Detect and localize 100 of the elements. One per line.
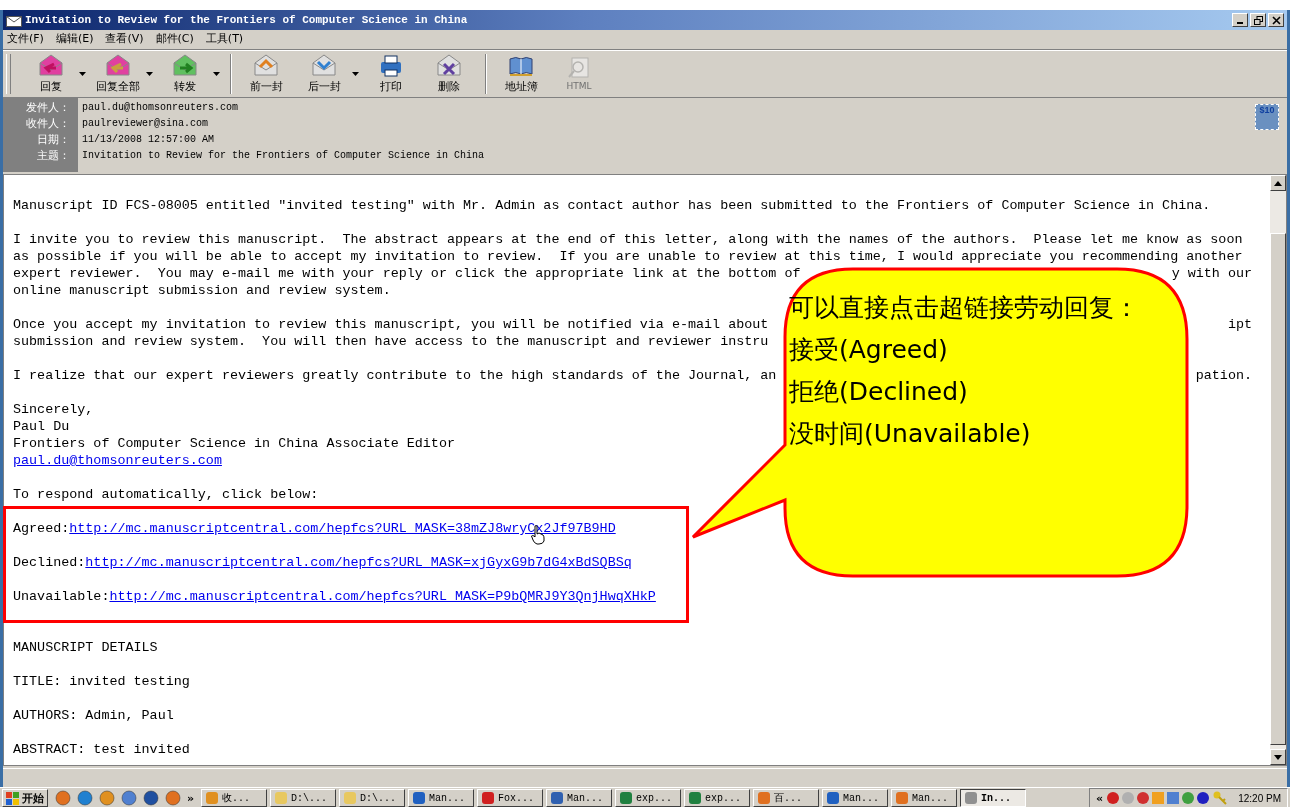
toolbar-button[interactable]: 回复 [25,53,77,94]
menu-item[interactable]: 工具(T) [205,31,244,46]
taskbar-button[interactable]: Man... [546,789,613,807]
hyperlink[interactable]: http://mc.manuscriptcentral.com/hepfcs?URL_MASK=P9bQMRJ9Y3QnjHwqXHkP [109,589,656,604]
app-launch-icon[interactable] [165,790,181,806]
start-button[interactable]: 开始 [2,789,48,807]
toolbar-button[interactable]: 后一封 [298,53,350,94]
taskbar-button[interactable]: D:\... [270,789,337,807]
app-launch-icon[interactable] [55,790,71,806]
windows-logo-icon [6,791,20,805]
hyperlink[interactable]: paul.du@thomsonreuters.com [13,453,222,468]
callout-text: 没时间(Unavailable) [789,418,1032,450]
restore-button[interactable] [1250,13,1266,27]
body-text: ABSTRACT: test invited [13,742,190,757]
app-launch-icon[interactable] [121,790,137,806]
taskbar-button[interactable]: Fox... [477,789,544,807]
body-text: I realize that our expert reviewers greatly contribute to the high standards of the Journal, an [13,367,777,384]
taskbar-button[interactable]: Man... [408,789,475,807]
taskbar-button[interactable]: 百... [753,789,820,807]
minimize-button[interactable] [1232,13,1248,27]
body-text: ipt [1227,316,1252,333]
envelope-icon [311,53,337,78]
app-icon [619,791,634,805]
taskbar-button[interactable]: In... [960,789,1027,807]
body-text: as possible if you will be able to accept my invitation to review. If you are unable to review at this time, I would appreciate you recommending another [13,249,1243,264]
toolbar-button[interactable]: 回复全部 [92,53,144,94]
toolbar-button[interactable]: 删除 [423,53,475,94]
taskbar-button[interactable]: Man... [822,789,889,807]
menu-item[interactable]: 查看(V) [105,31,144,46]
app-launch-icon[interactable] [99,790,115,806]
body-text: Sincerely, [13,402,94,417]
body-text: expert reviewer. You may e-mail me with your reply or click the appropriate link at the bottom of [13,265,801,282]
app-icon [895,791,910,805]
menu-item[interactable]: 文件(F) [7,31,44,46]
taskbar-button[interactable]: 收... [201,789,268,807]
body-text: Paul Du [13,419,70,434]
callout-text: 拒绝(Declined) [789,376,969,408]
body-text: TITLE: invited testing [13,674,190,689]
header-label: 发件人： [25,100,71,116]
toolbar-button[interactable]: 转发 [159,53,211,94]
app-icon [550,791,565,805]
clock: 12:20 PM [1238,792,1281,804]
app-icon [757,791,772,805]
app-icon [274,791,289,805]
envelope-icon [436,53,462,78]
toolbar-button[interactable]: 打印 [365,53,417,94]
app-icon [688,791,703,805]
header-value: 11/13/2008 12:57:00 AM [81,133,216,147]
callout-text: 可以直接点击超链接劳动回复： [789,292,1139,324]
body-text: AUTHORS: Admin, Paul [13,708,174,723]
key-icon [1213,791,1228,805]
caret-icon[interactable] [79,71,86,76]
header-value: Invitation to Review for the Frontiers of Computer Science in China [81,149,485,163]
link-label: Agreed: [13,521,70,536]
body-text: Once you accept my invitation to review this manuscript, you will be notified via e-mail about [13,316,769,333]
link-label: Unavailable: [13,589,110,604]
magnifier-icon [566,56,592,80]
printer-icon [378,53,404,78]
envelope-icon [38,53,64,78]
tray-toggle[interactable]: « [1096,791,1104,805]
caret-icon[interactable] [146,71,153,76]
app-icon [205,791,220,805]
taskbar-button[interactable]: exp... [684,789,751,807]
taskbar-button[interactable]: exp... [615,789,682,807]
header-value: paulreviewer@sina.com [81,117,210,131]
body-text: online manuscript submission and review system. [13,283,391,298]
envelope-icon [253,53,279,78]
caret-icon[interactable] [213,71,220,76]
close-button[interactable] [1268,13,1284,27]
body-text: MANUSCRIPT DETAILS [13,640,158,655]
app-icon [481,791,496,805]
toolbar-button[interactable]: 前一封 [240,53,292,94]
window-title: Invitation to Review for the Frontiers of Computer Science in China [25,14,468,26]
app-icon [826,791,841,805]
caret-icon[interactable] [352,71,359,76]
hyperlink[interactable]: http://mc.manuscriptcentral.com/hepfcs?URL_MASK=38mZJ8wryCx2Jf97B9HD [69,521,616,536]
app-launch-icon[interactable] [143,790,159,806]
restore-icon [1253,15,1263,25]
envelope-icon [6,13,22,27]
header-label: 主题： [36,148,71,164]
body-text: pation. [1195,367,1252,384]
app-launch-icon[interactable] [77,790,93,806]
taskbar-button[interactable]: Man... [891,789,958,807]
body-text: To respond automatically, click below: [13,487,319,502]
app-icon [412,791,427,805]
taskbar-button[interactable]: D:\... [339,789,406,807]
up-arrow-icon [1274,180,1282,186]
callout-text: 接受(Agreed) [789,334,949,366]
menu-item[interactable]: 编辑(E) [55,31,94,46]
body-text: Frontiers of Computer Science in China Associate Editor [13,436,455,451]
toolbar-button[interactable]: 地址簿 [495,53,547,94]
hyperlink[interactable]: http://mc.manuscriptcentral.com/hepfcs?URL_MASK=xjGyxG9b7dG4xBdSQBSq [85,555,632,570]
app-icon [964,791,979,805]
header-value: paul.du@thomsonreuters.com [81,101,240,115]
link-label: Declined: [13,555,86,570]
more-button[interactable]: » [187,791,195,805]
down-arrow-icon [1274,754,1282,760]
body-text: submission and review system. You will then have access to the manuscript and reviewer instru [13,334,769,349]
body-text: y with our [1171,265,1252,282]
menu-item[interactable]: 邮件(C) [155,31,194,46]
